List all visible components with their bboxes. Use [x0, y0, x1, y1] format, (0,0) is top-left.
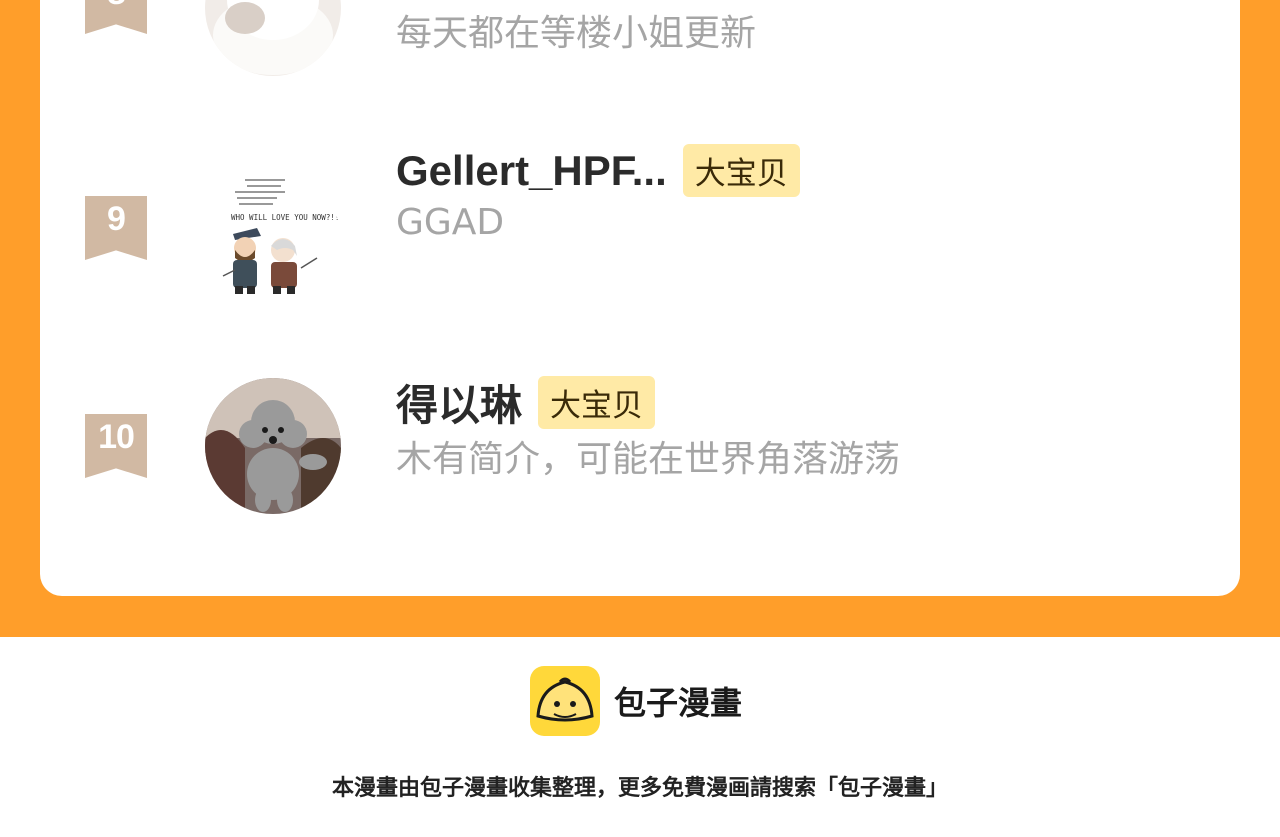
ranking-row[interactable]: 9 WHO WILL LOVE YOU NOW?!! Gellert_HPF..… [40, 144, 1240, 328]
cartoon-couple-avatar[interactable]: WHO WILL LOVE YOU NOW?!! [205, 172, 341, 308]
footer-note: 本漫畫由包子漫畫收集整理，更多免費漫画請搜索「包子漫畫」 [331, 776, 948, 801]
fan-ranking-card: 8 每天都在等楼小姐更新 9 [40, 0, 1240, 596]
username[interactable]: 得以琳 [396, 372, 522, 433]
fan-level-badge: 大宝贝 [538, 376, 656, 429]
footer-brand[interactable]: 包子漫畫 [530, 666, 742, 736]
rank-badge: 10 [85, 414, 147, 478]
rank-badge: 9 [85, 196, 147, 260]
page: 8 每天都在等楼小姐更新 9 [0, 0, 1280, 837]
baozi-logo-icon [530, 666, 600, 736]
name-line: Gellert_HPF... 大宝贝 [396, 144, 800, 197]
rank-number: 8 [107, 0, 126, 12]
rank-number: 9 [107, 200, 126, 238]
avatar-caption: WHO WILL LOVE YOU NOW?!! [231, 213, 339, 222]
user-bio: GGAD [396, 202, 505, 243]
name-line: 得以琳 大宝贝 [396, 372, 656, 433]
white-cat-avatar[interactable] [205, 0, 341, 76]
user-bio: 每天都在等楼小姐更新 [396, 13, 757, 54]
brand-name: 包子漫畫 [614, 684, 743, 722]
ranking-row[interactable]: 8 每天都在等楼小姐更新 [40, 0, 1240, 110]
fan-level-badge: 大宝贝 [682, 144, 800, 197]
rank-badge: 8 [85, 0, 147, 34]
gray-poodle-avatar[interactable] [205, 378, 341, 514]
username[interactable]: Gellert_HPF... [396, 147, 667, 195]
user-bio: 木有简介，可能在世界角落游荡 [396, 439, 901, 480]
rank-number: 10 [98, 418, 135, 456]
ranking-row[interactable]: 10 得以琳 大宝贝 木有简介，可能在世界角落游荡 [40, 376, 1240, 518]
